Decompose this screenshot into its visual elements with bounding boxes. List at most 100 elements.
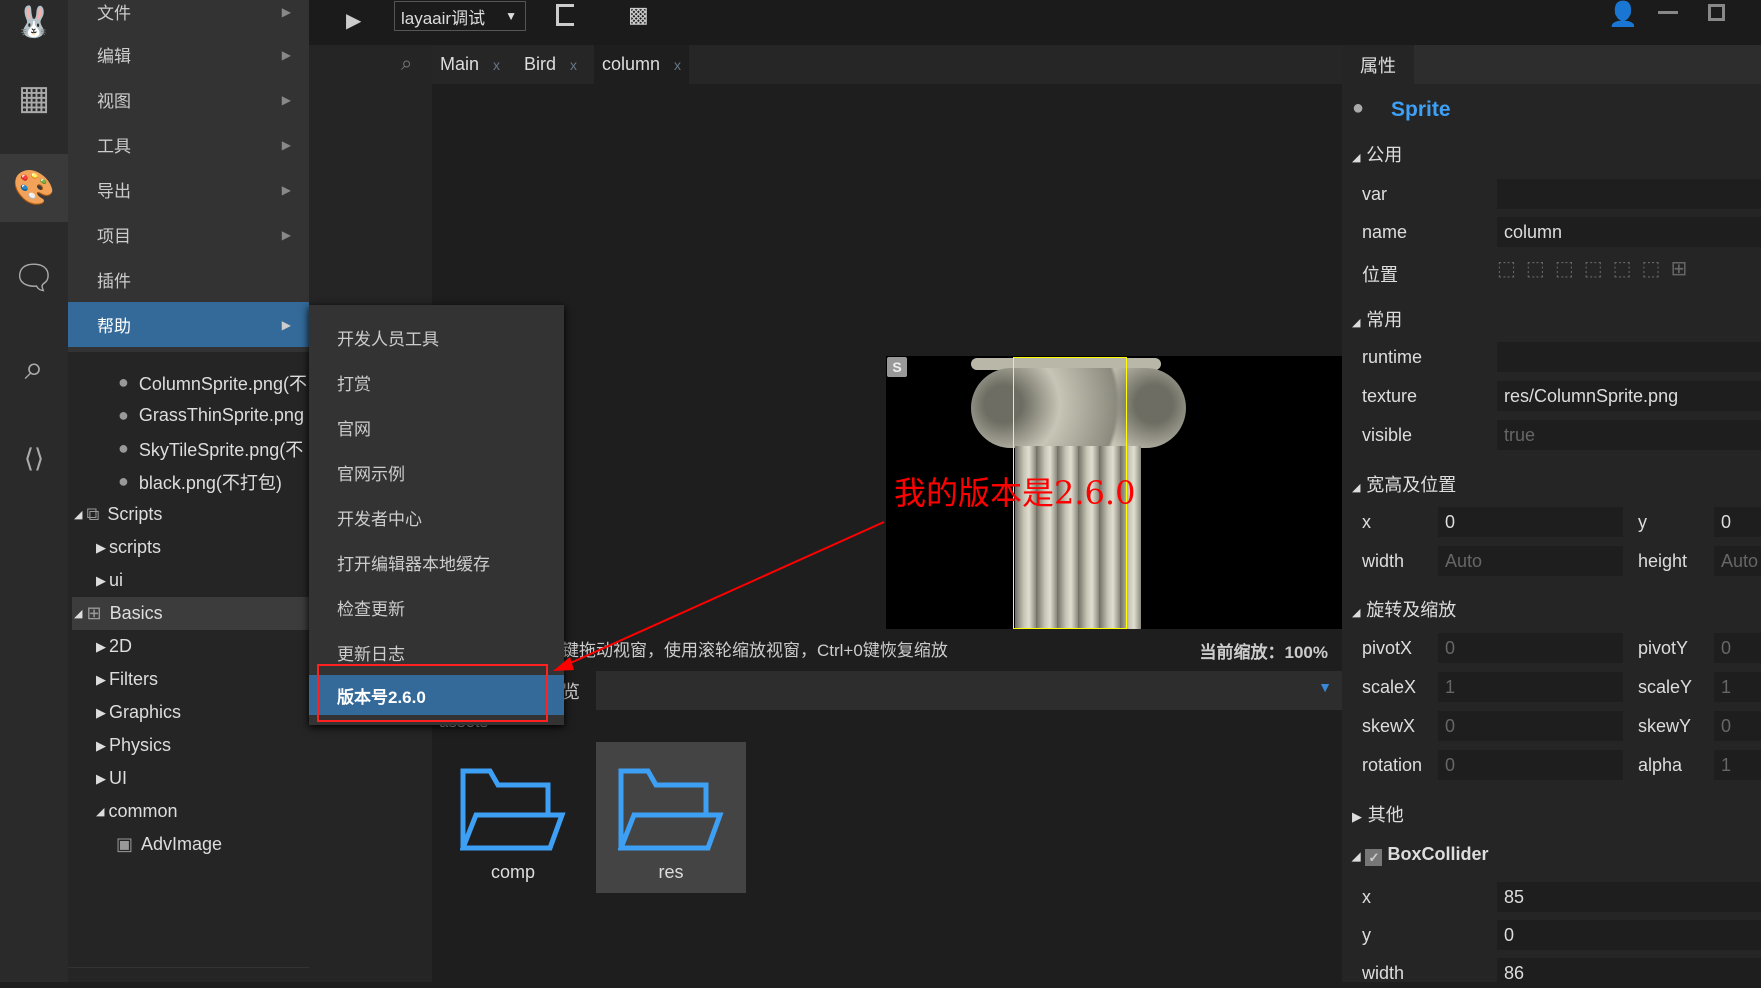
user-icon[interactable]: 👤: [1608, 0, 1638, 29]
collider-width-input[interactable]: 86: [1497, 958, 1761, 988]
tab-main[interactable]: Main x: [440, 45, 508, 84]
tree-item-scripts[interactable]: ◢ ⧉ Scripts: [74, 498, 162, 531]
menu-item-project[interactable]: 项目 ▶: [68, 212, 309, 257]
grid-icon[interactable]: ▦: [0, 64, 68, 132]
align-top-left-icon[interactable]: ⬚: [1497, 256, 1516, 281]
folder-comp[interactable]: comp: [438, 742, 588, 893]
prop-label: width: [1362, 963, 1405, 983]
qrcode-icon[interactable]: ▩: [628, 2, 649, 28]
stage-canvas[interactable]: S 我的版本是2.6.0: [886, 356, 1342, 629]
menu-item-help[interactable]: 帮助 ▶: [68, 302, 309, 347]
section-boxcollider[interactable]: ◢ ✓ BoxCollider: [1352, 844, 1489, 866]
tree-item[interactable]: ◢ common: [96, 795, 178, 828]
collider-y-input[interactable]: 0: [1497, 920, 1761, 950]
folder-res[interactable]: res: [596, 742, 746, 893]
align-top-right-icon[interactable]: ⬚: [1526, 256, 1545, 281]
align-bottom-right-icon[interactable]: ⬚: [1584, 256, 1603, 281]
section-rotation-scale[interactable]: ◢ 旋转及缩放: [1352, 596, 1456, 622]
tree-item[interactable]: ▶ UI: [96, 762, 127, 795]
search-icon[interactable]: ⌕: [0, 334, 68, 402]
menu-item-edit[interactable]: 编辑 ▶: [68, 32, 309, 77]
tree-item[interactable]: ▣ AdvImage: [116, 828, 222, 861]
tree-label: ColumnSprite.png(不: [138, 373, 307, 394]
pivotx-input[interactable]: 0: [1438, 633, 1623, 663]
submenu-item-devtools[interactable]: 开发人员工具: [309, 315, 564, 360]
maximize-icon[interactable]: [1708, 4, 1725, 21]
tree-item[interactable]: ● black.png(不打包): [118, 465, 282, 498]
align-bottom-left-icon[interactable]: ⬚: [1555, 256, 1574, 281]
resource-path-bar[interactable]: ▼: [596, 671, 1342, 710]
x-input[interactable]: 0: [1438, 507, 1623, 537]
tree-item[interactable]: ● GrassThinSprite.png: [118, 399, 304, 432]
submenu-item-dev-center[interactable]: 开发者中心: [309, 495, 564, 540]
minimize-icon[interactable]: [1658, 11, 1678, 14]
texture-input[interactable]: res/ColumnSprite.png: [1497, 381, 1761, 411]
submenu-item-open-cache[interactable]: 打开编辑器本地缓存: [309, 540, 564, 585]
tree-item-basics[interactable]: ◢ ⊞ Basics: [72, 597, 309, 630]
close-icon[interactable]: x: [570, 57, 577, 73]
width-input[interactable]: Auto: [1438, 546, 1623, 576]
scalex-input[interactable]: 1: [1438, 672, 1623, 702]
height-input[interactable]: Auto: [1714, 546, 1761, 576]
submenu-item-check-update[interactable]: 检查更新: [309, 585, 564, 630]
skewx-input[interactable]: 0: [1438, 711, 1623, 741]
submenu-item-changelog[interactable]: 更新日志: [309, 630, 564, 675]
resource-tab-label[interactable]: 览: [562, 678, 580, 704]
chevron-down-icon[interactable]: ▼: [1318, 679, 1332, 695]
pivoty-input[interactable]: 0: [1714, 633, 1761, 663]
tree-item[interactable]: ▶ Filters: [96, 663, 158, 696]
tree-item[interactable]: ● SkyTileSprite.png(不: [118, 432, 303, 465]
center-icon[interactable]: ⊞: [1670, 256, 1687, 281]
center-horizontal-icon[interactable]: ⬚: [1613, 256, 1632, 281]
menu-item-file[interactable]: 文件 ▶: [68, 0, 309, 34]
section-other[interactable]: ▶ 其他: [1352, 801, 1404, 827]
tree-item[interactable]: ▶ Physics: [96, 729, 171, 762]
play-icon[interactable]: ▶: [346, 8, 361, 33]
submenu-item-donate[interactable]: 打赏: [309, 360, 564, 405]
submenu-item-version[interactable]: 版本号2.6.0: [309, 675, 564, 715]
close-icon[interactable]: x: [493, 57, 500, 73]
tab-properties[interactable]: 属性: [1342, 45, 1414, 84]
alpha-input[interactable]: 1: [1714, 750, 1761, 780]
runtime-input[interactable]: [1497, 342, 1761, 372]
visible-input[interactable]: true: [1497, 420, 1761, 450]
submenu-item-examples[interactable]: 官网示例: [309, 450, 564, 495]
menu-item-export[interactable]: 导出 ▶: [68, 167, 309, 212]
tree-label: ui: [109, 570, 124, 590]
menu-item-view[interactable]: 视图 ▶: [68, 77, 309, 122]
submenu-item-website[interactable]: 官网: [309, 405, 564, 450]
comment-icon[interactable]: 🗨: [0, 244, 68, 312]
run-config-select[interactable]: layaair调试 ▼: [394, 1, 526, 31]
close-icon[interactable]: x: [674, 57, 681, 73]
menu-item-tools[interactable]: 工具 ▶: [68, 122, 309, 167]
tree-label: AdvImage: [141, 834, 223, 854]
center-vertical-icon[interactable]: ⬚: [1642, 256, 1661, 281]
tab-column[interactable]: column x: [594, 45, 690, 84]
checkbox-checked-icon[interactable]: ✓: [1365, 849, 1383, 866]
name-input[interactable]: column: [1497, 217, 1761, 247]
section-label: 公用: [1366, 145, 1403, 166]
section-size-position[interactable]: ◢ 宽高及位置: [1352, 471, 1456, 497]
menu-label: 文件: [97, 4, 131, 24]
section-common[interactable]: ◢ 公用: [1352, 141, 1402, 167]
section-frequent[interactable]: ◢ 常用: [1352, 306, 1402, 332]
tree-item[interactable]: ▶ scripts: [96, 531, 161, 564]
prop-label: pivotY: [1638, 638, 1689, 658]
tab-bird[interactable]: Bird x: [524, 45, 585, 84]
menu-item-plugins[interactable]: 插件: [68, 257, 309, 302]
scaley-input[interactable]: 1: [1714, 672, 1761, 702]
search-icon[interactable]: ⌕: [401, 53, 412, 76]
tree-item[interactable]: ▶ 2D: [96, 630, 132, 663]
y-input[interactable]: 0: [1714, 507, 1761, 537]
tree-label: UI: [109, 768, 127, 788]
var-input[interactable]: [1497, 179, 1761, 209]
tree-item[interactable]: ▶ ui: [96, 564, 123, 597]
export-icon[interactable]: [556, 4, 574, 26]
rotation-input[interactable]: 0: [1438, 750, 1623, 780]
collider-x-input[interactable]: 85: [1497, 882, 1761, 912]
tree-item[interactable]: ● ColumnSprite.png(不: [118, 366, 307, 399]
skewy-input[interactable]: 0: [1714, 711, 1761, 741]
palette-icon[interactable]: 🎨: [0, 154, 68, 222]
code-icon[interactable]: ⟨⟩: [0, 424, 68, 492]
tree-item[interactable]: ▶ Graphics: [96, 696, 181, 729]
